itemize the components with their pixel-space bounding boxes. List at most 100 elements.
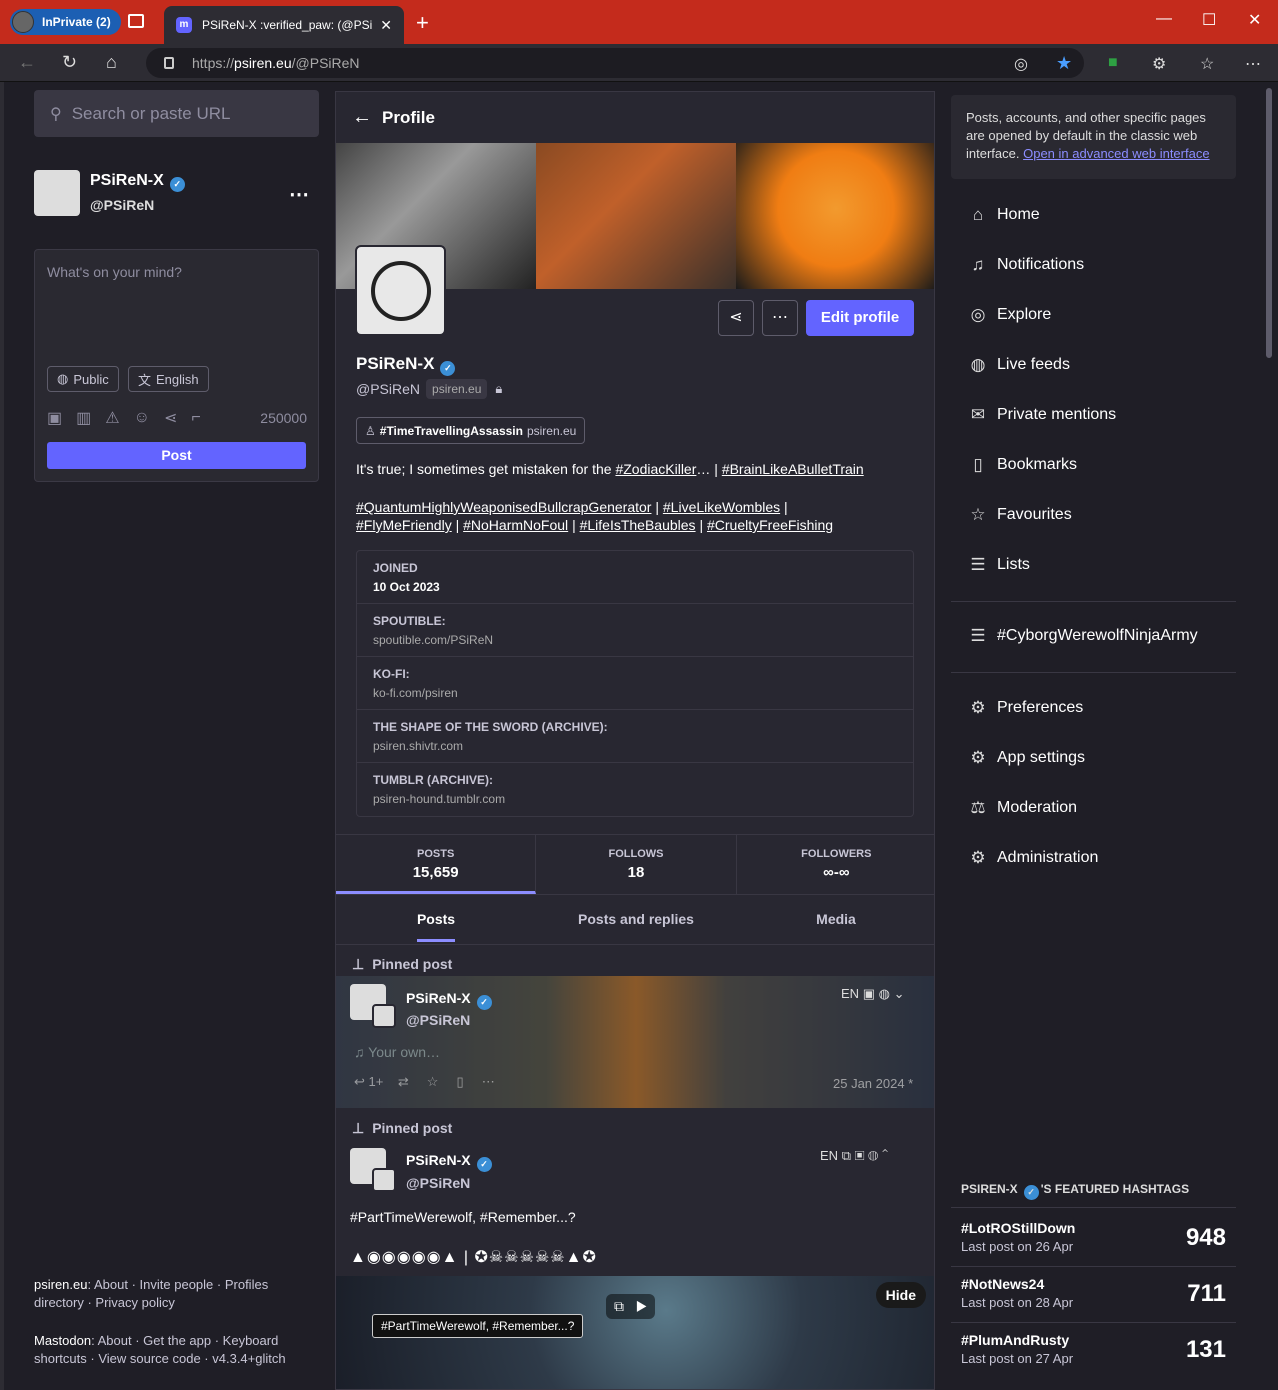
- minimize-icon[interactable]: —: [1156, 10, 1172, 28]
- url-field[interactable]: https://psiren.eu/@PSiReN: [146, 48, 1084, 78]
- alt-text-tooltip: #PartTimeWerewolf, #Remember...?: [372, 1314, 584, 1338]
- image-icon[interactable]: ▣: [47, 408, 62, 428]
- chevron-down-icon[interactable]: ⌄: [894, 986, 905, 1001]
- nav-list-item[interactable]: ☰ #CyborgWerewolfNinjaArmy: [968, 626, 1197, 646]
- profile-avatar[interactable]: [355, 245, 446, 336]
- visibility-button[interactable]: ◍ Public: [47, 366, 119, 392]
- video-icon[interactable]: ▶: [636, 1298, 647, 1314]
- stat-follows[interactable]: FOLLOWS 18: [536, 835, 737, 894]
- nav-live-feeds[interactable]: ◍ Live feeds: [968, 355, 1070, 375]
- nav-favourites[interactable]: ☆ Favourites: [968, 505, 1071, 525]
- maximize-icon[interactable]: ☐: [1202, 10, 1216, 30]
- thread-icon[interactable]: ⌐: [191, 409, 200, 427]
- inprivate-badge[interactable]: InPrivate (2): [10, 9, 121, 35]
- hashtag-link[interactable]: #ZodiacKiller: [615, 461, 696, 477]
- nav-administration[interactable]: ⚙ Administration: [968, 848, 1098, 868]
- account-name[interactable]: PSiReN-X ✓: [90, 172, 185, 192]
- hashtag-link[interactable]: #CrueltyFreeFishing: [707, 517, 833, 533]
- star-icon[interactable]: ☆: [427, 1074, 439, 1089]
- share-button[interactable]: ⋖: [718, 300, 754, 336]
- post-date[interactable]: 25 Jan 2024 *: [833, 1076, 913, 1091]
- more-icon[interactable]: ⋯: [482, 1074, 495, 1089]
- featured-hashtag[interactable]: #PlumAndRusty Last post on 27 Apr 131: [961, 1332, 1226, 1366]
- close-tab-icon[interactable]: ✕: [380, 17, 392, 34]
- reply-icon[interactable]: ↩: [354, 1074, 365, 1089]
- privacy-link[interactable]: Privacy policy: [95, 1295, 174, 1310]
- tab-posts[interactable]: Posts: [336, 895, 536, 944]
- edit-profile-button[interactable]: Edit profile: [806, 300, 914, 336]
- more-button[interactable]: ⋯: [762, 300, 798, 336]
- back-icon[interactable]: ←: [18, 52, 36, 73]
- tab-actions-icon[interactable]: [128, 14, 144, 28]
- nav-private-mentions[interactable]: ✉ Private mentions: [968, 405, 1116, 425]
- nav-notifications[interactable]: ♫ Notifications: [968, 255, 1085, 275]
- favorites-icon[interactable]: ☆: [1200, 54, 1214, 74]
- about-link[interactable]: About: [98, 1333, 132, 1348]
- pin-icon: ⊥: [352, 956, 365, 972]
- refresh-icon[interactable]: ↻: [62, 52, 77, 73]
- home-icon[interactable]: ⌂: [106, 52, 117, 73]
- extension-check-icon[interactable]: ■: [1108, 54, 1118, 72]
- tab-active[interactable]: m PSiReN-X :verified_paw: (@PSiReN ✕: [164, 6, 404, 44]
- field-tumblr: TUMBLR (ARCHIVE): psiren-hound.tumblr.com: [373, 773, 506, 806]
- nav-app-settings[interactable]: ⚙ App settings: [968, 748, 1085, 768]
- interface-notice: Posts, accounts, and other specific page…: [951, 95, 1236, 179]
- account-menu-icon[interactable]: ⋯: [289, 182, 309, 207]
- nav-lists[interactable]: ☰ Lists: [968, 555, 1030, 575]
- post-button[interactable]: Post: [47, 442, 306, 469]
- nav-preferences[interactable]: ⚙ Preferences: [968, 698, 1083, 718]
- emoji-icon[interactable]: ☺: [134, 409, 150, 427]
- extensions-icon[interactable]: ⚙: [1152, 54, 1166, 74]
- hashtag-link[interactable]: #QuantumHighlyWeaponisedBullcrapGenerato…: [356, 499, 651, 515]
- featured-tag[interactable]: ♙ #TimeTravellingAssassin psiren.eu: [356, 417, 586, 444]
- source-link[interactable]: View source code: [98, 1351, 200, 1366]
- about-link[interactable]: About: [94, 1277, 128, 1292]
- verified-icon: ✓: [476, 995, 492, 1010]
- boost-icon[interactable]: ⇄: [398, 1074, 409, 1089]
- stat-followers[interactable]: FOLLOWERS ∞-∞: [737, 835, 934, 894]
- back-arrow-icon[interactable]: ←: [352, 106, 372, 129]
- globe-icon: ◍: [970, 355, 986, 374]
- nav-moderation[interactable]: ⚖ Moderation: [968, 798, 1077, 818]
- advanced-interface-link[interactable]: Open in advanced web interface: [1023, 146, 1209, 161]
- warning-icon[interactable]: ⚠: [105, 408, 119, 428]
- hashtag-link[interactable]: #FlyMeFriendly: [356, 517, 452, 533]
- pip-icon[interactable]: ⧉: [614, 1298, 624, 1314]
- reader-icon[interactable]: ◎: [1014, 54, 1028, 74]
- share-icon[interactable]: ⋖: [164, 408, 177, 428]
- nav-home[interactable]: ⌂ Home: [968, 205, 1040, 225]
- invite-link[interactable]: Invite people: [140, 1277, 214, 1292]
- featured-hashtag[interactable]: #LotROStillDown Last post on 26 Apr 948: [961, 1220, 1226, 1254]
- nav-explore[interactable]: ◎ Explore: [968, 305, 1052, 325]
- profile-bio: It's true; I sometimes get mistaken for …: [356, 461, 864, 533]
- tab-posts-replies[interactable]: Posts and replies: [536, 895, 736, 944]
- nav-bookmarks[interactable]: ▯ Bookmarks: [968, 455, 1077, 475]
- hide-media-button[interactable]: Hide: [875, 1282, 926, 1308]
- hashtag-link[interactable]: #LifeIsTheBaubles: [580, 517, 696, 533]
- hashtag-link[interactable]: #NoHarmNoFoul: [463, 517, 568, 533]
- pinned-post[interactable]: PSiReN-X ✓ @PSiReN EN ▣ ◍ ⌄ ♫ Your own… ↩…: [336, 976, 934, 1108]
- stat-posts[interactable]: POSTS 15,659: [336, 835, 537, 894]
- scrollbar[interactable]: [1266, 88, 1272, 358]
- profile-tabs: Posts Posts and replies Media: [336, 895, 934, 945]
- search-input[interactable]: ⚲ Search or paste URL: [34, 90, 319, 137]
- close-window-icon[interactable]: ✕: [1248, 10, 1261, 30]
- chevron-up-icon[interactable]: ⌃: [882, 1148, 888, 1163]
- poll-icon[interactable]: ▥: [76, 408, 91, 428]
- more-icon[interactable]: ⋯: [1245, 54, 1261, 74]
- post-media[interactable]: Hide #PartTimeWerewolf, #Remember...? ⧉ …: [336, 1276, 934, 1389]
- tab-media[interactable]: Media: [736, 895, 934, 944]
- featured-hashtag[interactable]: #NotNews24 Last post on 28 Apr 711: [961, 1276, 1226, 1310]
- post-author[interactable]: PSiReN-X ✓: [406, 1152, 492, 1172]
- favorite-star-icon[interactable]: ★: [1056, 53, 1072, 74]
- post-author[interactable]: PSiReN-X ✓: [406, 990, 492, 1010]
- new-tab-icon[interactable]: +: [416, 10, 429, 36]
- hashtag-link[interactable]: #BrainLikeABulletTrain: [722, 461, 864, 477]
- get-app-link[interactable]: Get the app: [143, 1333, 211, 1348]
- bookmark-icon[interactable]: ▯: [457, 1074, 464, 1089]
- column-header[interactable]: ← Profile: [336, 92, 934, 143]
- hashtag-link[interactable]: #LiveLikeWombles: [663, 499, 780, 515]
- language-button[interactable]: 文 English: [128, 366, 209, 392]
- account-avatar[interactable]: [34, 170, 80, 216]
- compose-textarea[interactable]: What's on your mind?: [47, 264, 182, 280]
